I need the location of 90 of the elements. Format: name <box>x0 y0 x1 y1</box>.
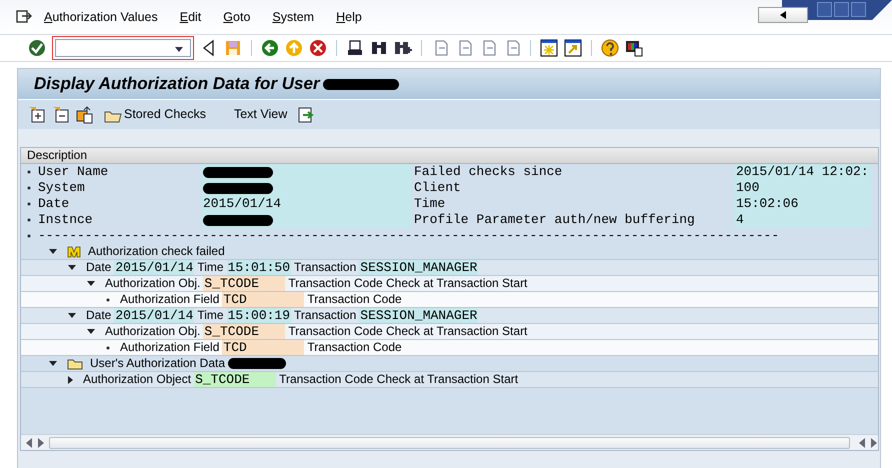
cancel-icon[interactable] <box>309 39 327 57</box>
field-label: Time <box>414 196 446 211</box>
find-next-icon[interactable] <box>394 39 412 57</box>
collapse-all-icon[interactable] <box>52 106 70 124</box>
expand-arrow-icon[interactable] <box>68 376 73 384</box>
help-icon[interactable] <box>601 39 619 57</box>
field-label: Instnce <box>38 212 93 228</box>
node-text: Transaction Code <box>307 340 402 355</box>
menu-item[interactable]: Help <box>336 8 362 26</box>
field-value: 4 <box>736 212 744 227</box>
value-field: 2015/01/14 <box>114 308 194 323</box>
menu-item[interactable]: Authorization Values <box>44 8 158 26</box>
expand-all-icon[interactable] <box>28 106 46 124</box>
node-text: Time <box>197 260 224 275</box>
find-icon[interactable] <box>370 39 388 57</box>
back-icon[interactable] <box>261 39 279 57</box>
field-value: 2015/01/14 <box>203 196 282 212</box>
stored-checks-button[interactable]: Stored Checks <box>100 105 210 124</box>
node-text: Authorization Obj. <box>105 324 200 339</box>
value-field: 15:00:19 <box>226 308 292 323</box>
scroll-left-icon[interactable] <box>858 438 866 448</box>
bullet-icon <box>27 234 31 238</box>
bullet-icon <box>106 346 110 350</box>
export-icon[interactable] <box>76 106 94 124</box>
menu-item[interactable]: System <box>272 8 314 26</box>
collapse-button[interactable] <box>758 7 808 23</box>
scroll-left-icon[interactable] <box>25 438 33 448</box>
scroll-right-icon[interactable] <box>870 438 878 448</box>
new-session-icon[interactable] <box>540 39 558 57</box>
value-field: SESSION_MANAGER <box>359 308 478 323</box>
bullet-icon <box>106 298 110 302</box>
scroll-right-icon[interactable] <box>37 438 45 448</box>
object-field: S_TCODE <box>194 372 276 387</box>
field-label: User Name <box>38 164 108 180</box>
field-label: Failed checks since <box>414 164 562 179</box>
dropdown-caret-icon[interactable] <box>175 47 183 52</box>
node-label[interactable]: Authorization check failed <box>88 244 225 259</box>
bullet-icon <box>27 218 31 222</box>
value-field: 15:01:50 <box>226 260 292 275</box>
transfer-icon[interactable] <box>297 106 316 124</box>
screen-title: Display Authorization Data for User <box>34 73 320 96</box>
object-field: S_TCODE <box>203 276 286 291</box>
object-field: TCD <box>222 340 304 355</box>
node-text: Authorization Field <box>120 292 220 307</box>
field-label: Client <box>414 180 461 195</box>
field-label: System <box>38 180 85 196</box>
menu-item[interactable]: Edit <box>180 8 202 26</box>
node-text: Time <box>197 308 224 323</box>
collapse-arrow-icon[interactable] <box>68 265 76 270</box>
menu-icon[interactable] <box>16 10 32 24</box>
collapse-arrow-icon[interactable] <box>87 329 95 334</box>
field-value: 2015/01/14 12:02: <box>736 164 869 179</box>
left-arrow-icon <box>780 11 786 19</box>
value-field: 2015/01/14 <box>114 260 194 275</box>
node-text: Transaction Code Check at Transaction Start <box>288 276 528 291</box>
node-text: Date <box>86 260 112 275</box>
print-icon[interactable] <box>346 39 364 57</box>
layout-icon[interactable] <box>625 39 643 57</box>
node-text: Date <box>86 308 112 323</box>
failed-check-icon <box>67 244 81 258</box>
collapse-arrow-icon[interactable] <box>49 249 57 254</box>
enter-icon[interactable] <box>28 39 46 57</box>
field-label: Profile Parameter auth/new buffering <box>414 212 695 227</box>
node-text: Authorization Field <box>120 340 220 355</box>
shortcut-icon[interactable] <box>564 39 582 57</box>
collapse-arrow-icon[interactable] <box>87 281 95 286</box>
node-text: Authorization Obj. <box>105 276 200 291</box>
command-field[interactable] <box>52 36 194 60</box>
node-text: Transaction <box>294 308 356 323</box>
node-text: Transaction <box>294 260 356 275</box>
text-view-button[interactable]: Text View <box>230 105 292 124</box>
field-value: 15:02:06 <box>736 196 798 211</box>
object-field: TCD <box>222 292 304 307</box>
object-field: S_TCODE <box>203 324 286 339</box>
value-field: SESSION_MANAGER <box>359 260 478 275</box>
node-text: Transaction Code <box>307 292 402 307</box>
node-label[interactable]: User's Authorization Data <box>90 356 226 371</box>
menu-item[interactable]: Goto <box>223 8 250 26</box>
bullet-icon <box>27 186 31 190</box>
field-value: 100 <box>736 180 760 195</box>
bullet-icon <box>27 170 31 174</box>
bullet-icon <box>27 202 31 206</box>
node-text: Authorization Object <box>83 372 192 387</box>
column-header: Description <box>21 148 878 164</box>
collapse-arrow-icon[interactable] <box>68 313 76 318</box>
node-text: Transaction Code Check at Transaction Start <box>279 372 518 387</box>
dashed-rule: ----------------------------------------------------------------------------------------------- <box>38 228 780 244</box>
field-label: Date <box>38 196 70 212</box>
collapse-arrow-icon[interactable] <box>49 361 57 366</box>
node-text: Transaction Code Check at Transaction Start <box>288 324 528 339</box>
